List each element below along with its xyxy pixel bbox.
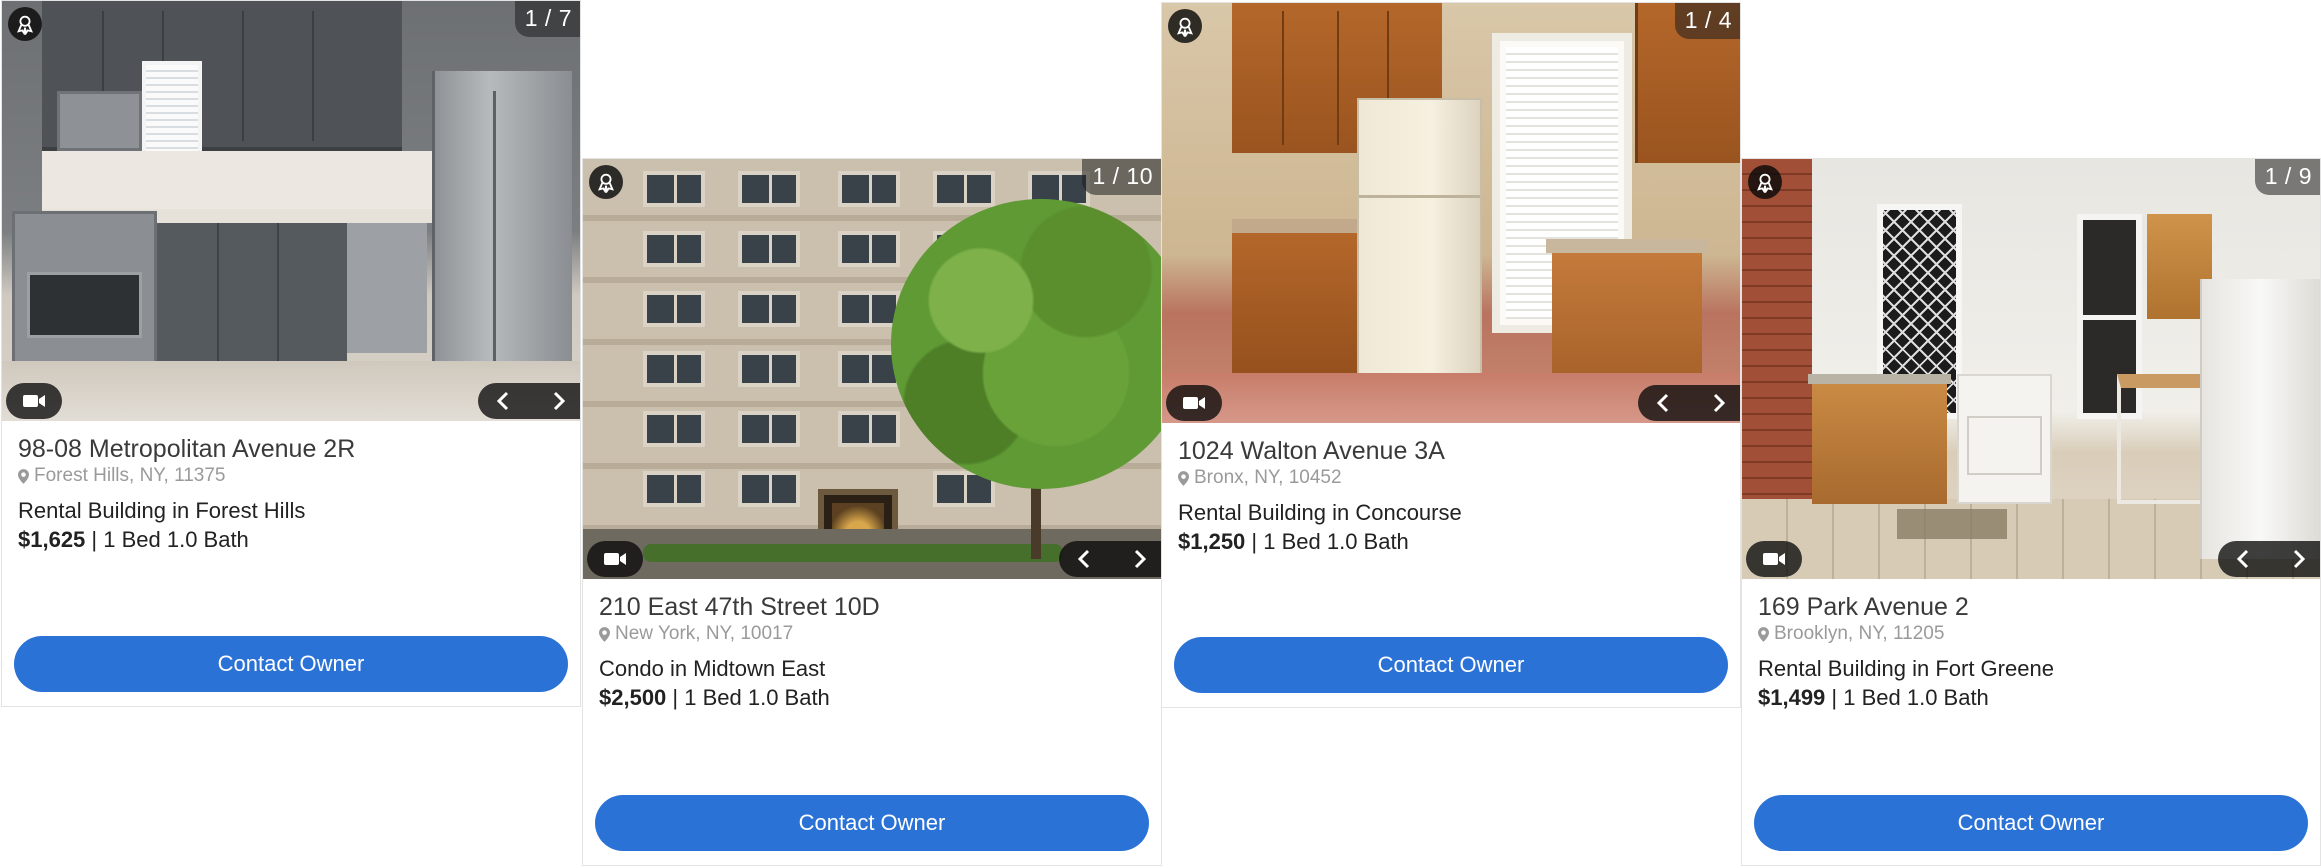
map-pin-icon [1178,470,1189,486]
price-line: $1,499 | 1 Bed 1.0 Bath [1758,683,2306,713]
bed-bath: | 1 Bed 1.0 Bath [85,527,249,552]
listing-location: New York, NY, 10017 [599,623,1147,645]
listing-photo[interactable]: 1 / 4 [1162,3,1740,423]
award-ribbon-icon[interactable] [8,7,42,41]
contact-owner-button[interactable]: Contact Owner [595,795,1149,851]
price-line: $2,500 | 1 Bed 1.0 Bath [599,683,1147,713]
chevron-right-icon[interactable] [1704,388,1734,418]
video-camera-icon[interactable] [1746,541,1802,577]
location-text: Forest Hills, NY, 11375 [34,465,226,486]
listing-title[interactable]: 210 East 47th Street 10D [599,591,1147,623]
kitchen-photo [1742,159,2320,579]
chevron-right-icon[interactable] [2284,544,2314,574]
listing-photo[interactable]: 1 / 7 [2,1,580,421]
video-camera-icon[interactable] [6,383,62,419]
map-pin-icon [18,468,29,484]
listing-photo[interactable]: 1 / 9 [1742,159,2320,579]
photo-navigation [1059,541,1161,577]
chevron-left-icon[interactable] [2228,544,2258,574]
listing-title[interactable]: 169 Park Avenue 2 [1758,591,2306,623]
location-text: Bronx, NY, 10452 [1194,467,1342,488]
listing-location: Forest Hills, NY, 11375 [18,465,566,487]
chevron-left-icon[interactable] [1648,388,1678,418]
listing-card[interactable]: 1 / 9 169 Park Avenue 2 Brooklyn, NY, 11… [1741,158,2321,866]
photo-navigation [2218,541,2320,577]
building-type: Rental Building in Forest Hills [18,498,306,523]
video-camera-icon[interactable] [1166,385,1222,421]
photo-counter: 1 / 10 [1082,159,1161,195]
award-ribbon-icon[interactable] [1168,9,1202,43]
listing-photo[interactable]: 1 / 10 [583,159,1161,579]
award-ribbon-icon[interactable] [1748,165,1782,199]
listing-location: Brooklyn, NY, 11205 [1758,623,2306,645]
bed-bath: | 1 Bed 1.0 Bath [1825,685,1989,710]
building-type: Rental Building in Fort Greene [1758,656,2054,681]
building-type: Condo in Midtown East [599,656,826,681]
chevron-left-icon[interactable] [1069,544,1099,574]
chevron-right-icon[interactable] [544,386,574,416]
contact-owner-button[interactable]: Contact Owner [14,636,568,692]
listing-title[interactable]: 1024 Walton Avenue 3A [1178,435,1726,467]
building-type: Rental Building in Concourse [1178,500,1462,525]
listing-card[interactable]: 1 / 4 1024 Walton Avenue 3A Bronx, NY, 1… [1161,2,1741,708]
listing-card[interactable]: 1 / 10 210 East 47th Street 10D New York… [582,158,1162,866]
price-line: $1,625 | 1 Bed 1.0 Bath [18,525,566,555]
listing-title[interactable]: 98-08 Metropolitan Avenue 2R [18,433,566,465]
building-photo [583,159,1161,579]
bed-bath: | 1 Bed 1.0 Bath [1245,529,1409,554]
location-text: Brooklyn, NY, 11205 [1774,623,1945,644]
kitchen-photo [2,1,580,421]
price: $1,250 [1178,529,1246,554]
listing-location: Bronx, NY, 10452 [1178,467,1726,489]
photo-counter: 1 / 7 [514,1,580,37]
chevron-right-icon[interactable] [1125,544,1155,574]
photo-navigation [478,383,580,419]
contact-owner-button[interactable]: Contact Owner [1754,795,2308,851]
kitchen-photo [1162,3,1740,423]
price: $2,500 [599,685,667,710]
price: $1,625 [18,527,86,552]
price: $1,499 [1758,685,1826,710]
listing-card[interactable]: 1 / 7 98-08 Metropolitan Avenue 2R Fores… [1,0,581,707]
map-pin-icon [1758,626,1769,642]
photo-navigation [1638,385,1740,421]
chevron-left-icon[interactable] [488,386,518,416]
bed-bath: | 1 Bed 1.0 Bath [666,685,830,710]
award-ribbon-icon[interactable] [589,165,623,199]
price-line: $1,250 | 1 Bed 1.0 Bath [1178,527,1726,557]
video-camera-icon[interactable] [587,541,643,577]
photo-counter: 1 / 9 [2254,159,2320,195]
contact-owner-button[interactable]: Contact Owner [1174,637,1728,693]
photo-counter: 1 / 4 [1674,3,1740,39]
location-text: New York, NY, 10017 [615,623,794,644]
map-pin-icon [599,626,610,642]
